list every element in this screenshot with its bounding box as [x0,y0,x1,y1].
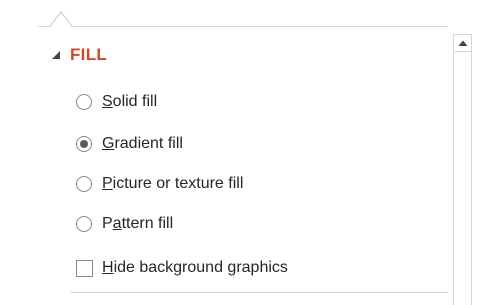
hide-background-graphics-label: Hide background graphics [102,259,288,276]
pane-caret-icon [50,11,72,27]
gradient-fill-option[interactable]: Gradient fill [76,132,183,156]
picture-texture-fill-radio[interactable] [76,176,92,192]
hide-background-graphics-checkbox[interactable] [76,259,93,277]
pattern-fill-label: Pattern fill [102,215,174,232]
gradient-fill-radio[interactable] [76,136,92,152]
collapse-triangle-icon [52,51,60,59]
scroll-up-arrow-icon [458,40,467,46]
solid-fill-option[interactable]: Solid fill [76,90,157,114]
fill-section-header[interactable]: FILL [50,44,107,66]
solid-fill-radio[interactable] [76,94,92,110]
format-background-pane: FILL Solid fill Gradient fill Picture or… [0,0,494,305]
top-divider [38,26,448,27]
scroll-up-button[interactable] [454,34,471,52]
vertical-scrollbar[interactable] [453,34,472,305]
section-title: FILL [70,45,108,64]
gradient-fill-label: Gradient fill [102,135,183,152]
picture-texture-fill-label: Picture or texture fill [102,175,244,192]
solid-fill-label: Solid fill [102,93,158,110]
picture-texture-fill-option[interactable]: Picture or texture fill [76,172,243,196]
pattern-fill-radio[interactable] [76,216,92,232]
pattern-fill-option[interactable]: Pattern fill [76,212,173,236]
hide-background-graphics-option[interactable]: Hide background graphics [76,256,288,280]
bottom-divider [70,292,448,293]
